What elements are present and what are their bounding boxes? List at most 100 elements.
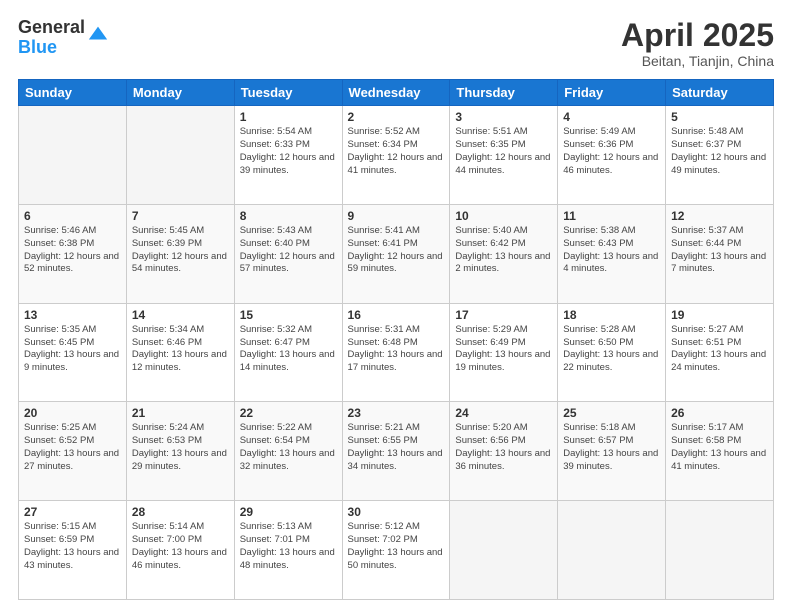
day-info: Sunrise: 5:41 AMSunset: 6:41 PMDaylight:… xyxy=(348,225,445,276)
day-info: Sunrise: 5:35 AMSunset: 6:45 PMDaylight:… xyxy=(24,324,121,375)
calendar-cell: 26Sunrise: 5:17 AMSunset: 6:58 PMDayligh… xyxy=(666,402,774,501)
calendar-cell: 28 Sunrise: 5:14 AMSunset: 7:00 PMDayligh… xyxy=(126,501,234,600)
day-info: Sunrise: 5:15 AMSunset: 6:59 PMDaylight:… xyxy=(24,521,121,572)
calendar-row-4: 27 Sunrise: 5:15 AMSunset: 6:59 PMDayligh… xyxy=(19,501,774,600)
weekday-header-saturday: Saturday xyxy=(666,80,774,106)
day-info: Sunrise: 5:20 AMSunset: 6:56 PMDaylight:… xyxy=(455,422,552,473)
day-number: 21 xyxy=(132,406,229,420)
day-number: 7 xyxy=(132,209,229,223)
day-number: 22 xyxy=(240,406,337,420)
logo-icon xyxy=(87,23,109,45)
page: General Blue April 2025 Beitan, Tianjin,… xyxy=(0,0,792,612)
day-info: Sunrise: 5:24 AMSunset: 6:53 PMDaylight:… xyxy=(132,422,229,473)
calendar-cell: 23 Sunrise: 5:21 AMSunset: 6:55 PMDayligh… xyxy=(342,402,450,501)
calendar-cell: 30 Sunrise: 5:12 AMSunset: 7:02 PMDayligh… xyxy=(342,501,450,600)
day-number: 4 xyxy=(563,110,660,124)
logo-text: General Blue xyxy=(18,18,85,58)
day-number: 20 xyxy=(24,406,121,420)
day-number: 5 xyxy=(671,110,768,124)
day-number: 6 xyxy=(24,209,121,223)
calendar-table: SundayMondayTuesdayWednesdayThursdayFrid… xyxy=(18,79,774,600)
calendar-cell: 7 Sunrise: 5:45 AMSunset: 6:39 PMDaylight… xyxy=(126,204,234,303)
day-number: 24 xyxy=(455,406,552,420)
calendar-cell: 5 Sunrise: 5:48 AMSunset: 6:37 PMDaylight… xyxy=(666,106,774,205)
day-number: 16 xyxy=(348,308,445,322)
day-info: Sunrise: 5:43 AMSunset: 6:40 PMDaylight:… xyxy=(240,225,337,276)
calendar-cell: 6Sunrise: 5:46 AMSunset: 6:38 PMDaylight… xyxy=(19,204,127,303)
calendar-cell: 29Sunrise: 5:13 AMSunset: 7:01 PMDayligh… xyxy=(234,501,342,600)
day-number: 27 xyxy=(24,505,121,519)
month-year: April 2025 xyxy=(621,18,774,53)
day-info: Sunrise: 5:17 AMSunset: 6:58 PMDaylight:… xyxy=(671,422,768,473)
day-number: 3 xyxy=(455,110,552,124)
calendar-cell: 17 Sunrise: 5:29 AMSunset: 6:49 PMDayligh… xyxy=(450,303,558,402)
calendar-cell: 19 Sunrise: 5:27 AMSunset: 6:51 PMDayligh… xyxy=(666,303,774,402)
calendar-cell: 1Sunrise: 5:54 AMSunset: 6:33 PMDaylight… xyxy=(234,106,342,205)
logo-blue: Blue xyxy=(18,37,57,57)
weekday-header-thursday: Thursday xyxy=(450,80,558,106)
calendar-row-0: 1Sunrise: 5:54 AMSunset: 6:33 PMDaylight… xyxy=(19,106,774,205)
calendar-cell: 14Sunrise: 5:34 AMSunset: 6:46 PMDayligh… xyxy=(126,303,234,402)
day-number: 8 xyxy=(240,209,337,223)
calendar-cell xyxy=(558,501,666,600)
day-info: Sunrise: 5:49 AMSunset: 6:36 PMDaylight:… xyxy=(563,126,660,177)
day-number: 19 xyxy=(671,308,768,322)
day-number: 23 xyxy=(348,406,445,420)
weekday-header-wednesday: Wednesday xyxy=(342,80,450,106)
calendar-cell xyxy=(450,501,558,600)
weekday-header-sunday: Sunday xyxy=(19,80,127,106)
header: General Blue April 2025 Beitan, Tianjin,… xyxy=(18,18,774,69)
day-number: 18 xyxy=(563,308,660,322)
day-number: 25 xyxy=(563,406,660,420)
day-info: Sunrise: 5:12 AMSunset: 7:02 PMDaylight:… xyxy=(348,521,445,572)
day-info: Sunrise: 5:29 AMSunset: 6:49 PMDaylight:… xyxy=(455,324,552,375)
day-info: Sunrise: 5:14 AMSunset: 7:00 PMDaylight:… xyxy=(132,521,229,572)
calendar-cell: 24 Sunrise: 5:20 AMSunset: 6:56 PMDayligh… xyxy=(450,402,558,501)
calendar-cell: 15 Sunrise: 5:32 AMSunset: 6:47 PMDayligh… xyxy=(234,303,342,402)
weekday-header-tuesday: Tuesday xyxy=(234,80,342,106)
calendar-cell: 8 Sunrise: 5:43 AMSunset: 6:40 PMDaylight… xyxy=(234,204,342,303)
calendar-cell: 25Sunrise: 5:18 AMSunset: 6:57 PMDayligh… xyxy=(558,402,666,501)
calendar-cell: 18Sunrise: 5:28 AMSunset: 6:50 PMDayligh… xyxy=(558,303,666,402)
day-info: Sunrise: 5:31 AMSunset: 6:48 PMDaylight:… xyxy=(348,324,445,375)
day-info: Sunrise: 5:21 AMSunset: 6:55 PMDaylight:… xyxy=(348,422,445,473)
calendar-row-2: 13Sunrise: 5:35 AMSunset: 6:45 PMDayligh… xyxy=(19,303,774,402)
calendar-cell: 2 Sunrise: 5:52 AMSunset: 6:34 PMDaylight… xyxy=(342,106,450,205)
day-info: Sunrise: 5:22 AMSunset: 6:54 PMDaylight:… xyxy=(240,422,337,473)
calendar-cell: 10Sunrise: 5:40 AMSunset: 6:42 PMDayligh… xyxy=(450,204,558,303)
weekday-header-row: SundayMondayTuesdayWednesdayThursdayFrid… xyxy=(19,80,774,106)
day-info: Sunrise: 5:38 AMSunset: 6:43 PMDaylight:… xyxy=(563,225,660,276)
day-info: Sunrise: 5:32 AMSunset: 6:47 PMDaylight:… xyxy=(240,324,337,375)
day-number: 14 xyxy=(132,308,229,322)
calendar-cell: 21 Sunrise: 5:24 AMSunset: 6:53 PMDayligh… xyxy=(126,402,234,501)
calendar-cell: 22 Sunrise: 5:22 AMSunset: 6:54 PMDayligh… xyxy=(234,402,342,501)
day-info: Sunrise: 5:27 AMSunset: 6:51 PMDaylight:… xyxy=(671,324,768,375)
calendar-cell xyxy=(666,501,774,600)
day-number: 30 xyxy=(348,505,445,519)
calendar-cell: 12 Sunrise: 5:37 AMSunset: 6:44 PMDayligh… xyxy=(666,204,774,303)
calendar-row-1: 6Sunrise: 5:46 AMSunset: 6:38 PMDaylight… xyxy=(19,204,774,303)
day-info: Sunrise: 5:54 AMSunset: 6:33 PMDaylight:… xyxy=(240,126,337,177)
weekday-header-friday: Friday xyxy=(558,80,666,106)
day-number: 28 xyxy=(132,505,229,519)
day-info: Sunrise: 5:51 AMSunset: 6:35 PMDaylight:… xyxy=(455,126,552,177)
day-number: 11 xyxy=(563,209,660,223)
day-number: 17 xyxy=(455,308,552,322)
day-number: 2 xyxy=(348,110,445,124)
calendar-cell: 3 Sunrise: 5:51 AMSunset: 6:35 PMDaylight… xyxy=(450,106,558,205)
calendar-cell: 9 Sunrise: 5:41 AMSunset: 6:41 PMDaylight… xyxy=(342,204,450,303)
calendar-cell: 13Sunrise: 5:35 AMSunset: 6:45 PMDayligh… xyxy=(19,303,127,402)
calendar-cell: 4 Sunrise: 5:49 AMSunset: 6:36 PMDaylight… xyxy=(558,106,666,205)
calendar-row-3: 20Sunrise: 5:25 AMSunset: 6:52 PMDayligh… xyxy=(19,402,774,501)
day-info: Sunrise: 5:45 AMSunset: 6:39 PMDaylight:… xyxy=(132,225,229,276)
day-info: Sunrise: 5:40 AMSunset: 6:42 PMDaylight:… xyxy=(455,225,552,276)
day-info: Sunrise: 5:48 AMSunset: 6:37 PMDaylight:… xyxy=(671,126,768,177)
calendar-cell xyxy=(19,106,127,205)
day-number: 12 xyxy=(671,209,768,223)
day-number: 15 xyxy=(240,308,337,322)
day-number: 9 xyxy=(348,209,445,223)
calendar-cell: 20Sunrise: 5:25 AMSunset: 6:52 PMDayligh… xyxy=(19,402,127,501)
logo: General Blue xyxy=(18,18,109,58)
day-info: Sunrise: 5:37 AMSunset: 6:44 PMDaylight:… xyxy=(671,225,768,276)
day-info: Sunrise: 5:52 AMSunset: 6:34 PMDaylight:… xyxy=(348,126,445,177)
